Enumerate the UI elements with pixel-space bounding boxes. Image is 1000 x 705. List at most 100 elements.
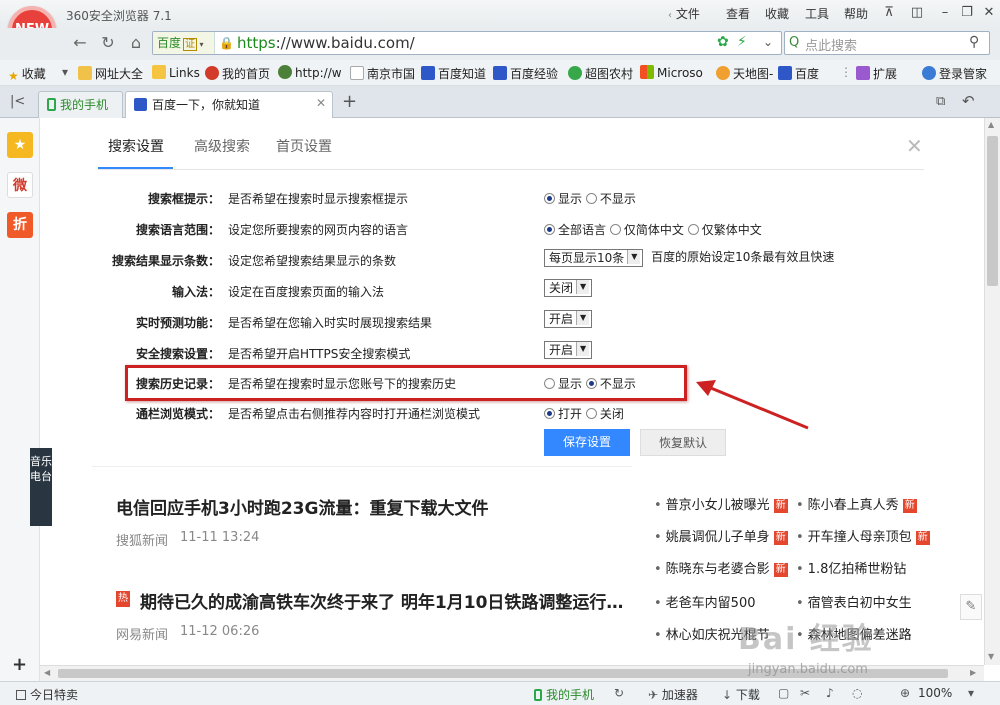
sidebar-favorites-icon[interactable]: ★ — [7, 132, 33, 158]
back-icon[interactable]: ← — [68, 32, 92, 54]
refresh-status-icon[interactable]: ↻ — [614, 686, 624, 700]
vertical-scrollbar[interactable]: ▲ ▼ — [984, 118, 1000, 665]
sale-icon — [16, 690, 26, 700]
scroll-thumb[interactable] — [987, 136, 998, 286]
radio-simplified[interactable]: 仅简体中文 — [609, 223, 684, 237]
hot-item[interactable]: • 宿管表白初中女生 — [796, 592, 912, 611]
undo-close-icon[interactable]: ↶ — [962, 92, 975, 110]
restore-tabs-icon[interactable]: ⧉ — [936, 94, 945, 109]
screenshot-icon[interactable]: ✂ — [800, 686, 810, 700]
radio-wide-close[interactable]: 关闭 — [585, 407, 624, 421]
sidebar-weibo-icon[interactable]: 微 — [7, 172, 33, 198]
bookmark-favorites[interactable]: ★ 收藏 — [8, 65, 46, 83]
hot-item[interactable]: • 陈晓东与老婆合影新 — [654, 558, 788, 577]
tab-homepage-settings[interactable]: 首页设置 — [276, 136, 332, 156]
accelerator-button[interactable]: ✈ 加速器 — [648, 686, 698, 703]
baidu-paw-icon — [493, 66, 507, 80]
hot-item[interactable]: • 陈小春上真人秀新 — [796, 494, 917, 513]
new-tab-icon[interactable]: + — [342, 91, 357, 112]
bookmark-zhidao[interactable]: 百度知道 — [421, 65, 486, 82]
search-input[interactable]: Q 点此搜索 ⚲ — [784, 31, 990, 55]
hot-item[interactable]: • 开车撞人母亲顶包新 — [796, 526, 930, 545]
zoom-level[interactable]: 100% — [918, 686, 952, 700]
url-text[interactable]: https://www.baidu.com/ — [237, 32, 415, 54]
tab-close-icon[interactable]: ✕ — [316, 96, 326, 110]
microsoft-icon — [640, 65, 654, 79]
prediction-select[interactable]: 开启 ▼ — [544, 310, 593, 328]
scroll-down-icon[interactable]: ▼ — [988, 652, 994, 661]
sidebar-add-icon[interactable]: + — [12, 654, 27, 675]
radio-wide-open[interactable]: 打开 — [544, 407, 582, 421]
tab-bar: |< 我的手机 百度一下，你就知道 ✕ + ⧉ ↶ — [0, 86, 1000, 119]
scroll-right-icon[interactable]: ▶ — [970, 668, 976, 677]
login-manager-button[interactable]: 登录管家 — [922, 65, 987, 82]
news-item-title[interactable]: 期待已久的成渝高铁车次终于来了 明年1月10日铁路调整运行… — [140, 588, 623, 613]
bookmark-http[interactable]: http://w — [278, 65, 342, 80]
bookmark-tianditu[interactable]: 天地图- — [716, 65, 773, 82]
lightning-icon[interactable]: ⚡ — [737, 34, 747, 50]
reset-default-button[interactable]: 恢复默认 — [640, 429, 726, 456]
radio-traditional[interactable]: 仅繁体中文 — [687, 223, 762, 237]
hot-item[interactable]: • 1.8亿拍稀世粉钻 — [796, 558, 906, 577]
farm-icon — [568, 66, 582, 80]
menu-item-view[interactable]: 查看 — [726, 5, 750, 22]
hot-item[interactable]: • 老爸车内留500 — [654, 592, 756, 611]
zoom-icon[interactable]: ⊕ — [900, 686, 910, 700]
hot-item[interactable]: • 普京小女儿被曝光新 — [654, 494, 788, 513]
bookmark-nav[interactable]: 网址大全 — [78, 65, 143, 82]
my-phone-status[interactable]: 我的手机 — [534, 686, 594, 703]
download-button[interactable]: ↓ 下载 — [722, 686, 760, 703]
radio-hide[interactable]: 不显示 — [585, 192, 636, 206]
security-shield-icon[interactable]: ✿ — [717, 34, 729, 50]
tab-search-settings[interactable]: 搜索设置 — [108, 136, 164, 156]
tab-advanced-search[interactable]: 高级搜索 — [194, 136, 250, 156]
tab-my-phone[interactable]: 我的手机 — [38, 91, 123, 118]
pin-icon[interactable]: ⊼ — [876, 2, 902, 24]
results-count-select[interactable]: 每页显示10条 ▼ — [544, 248, 644, 267]
skin-icon[interactable]: ◫ — [904, 2, 930, 24]
save-settings-button[interactable]: 保存设置 — [544, 429, 630, 456]
refresh-icon[interactable]: ↻ — [96, 32, 120, 54]
close-icon[interactable]: ✕ — [976, 2, 1000, 24]
close-settings-icon[interactable]: ✕ — [906, 134, 923, 158]
bookmark-bar: ★ 收藏 ▾ 网址大全 Links 我的首页 http://w 南京市国 百度知道… — [0, 60, 1000, 86]
music-radio-tag[interactable]: 音乐电台 — [30, 448, 52, 526]
bookmark-chaotu[interactable]: 超图农村 — [568, 65, 633, 82]
bookmark-jingyan[interactable]: 百度经验 — [493, 65, 558, 82]
bookmark-baidu[interactable]: 百度 — [778, 65, 819, 82]
news-item-title[interactable]: 电信回应手机3小时跑23G流量：重复下载大文件 — [116, 494, 488, 519]
radio-all-languages[interactable]: 全部语言 — [544, 223, 606, 237]
menu-item-file[interactable]: ‹ 文件 — [668, 5, 700, 22]
menu-item-tools[interactable]: 工具 — [805, 5, 829, 22]
feedback-edit-icon[interactable]: ✎ — [960, 594, 982, 620]
mute-icon[interactable]: ◌ — [852, 686, 862, 700]
menu-item-favorites[interactable]: 收藏 — [765, 5, 789, 22]
bookmark-nanjing[interactable]: 南京市国 — [350, 65, 415, 82]
scroll-up-icon[interactable]: ▲ — [988, 120, 994, 129]
phone-icon — [534, 689, 542, 701]
dropdown-chevron-icon[interactable]: ⌄ — [763, 35, 773, 49]
bookmark-dropdown-icon[interactable]: ▾ — [62, 65, 68, 79]
zoom-dropdown-icon[interactable]: ▾ — [968, 686, 974, 700]
scroll-left-icon[interactable]: ◀ — [44, 668, 50, 677]
search-engine-icon[interactable]: Q — [789, 35, 799, 50]
bookmark-microsoft[interactable]: Microso — [640, 65, 703, 80]
bookmark-links[interactable]: Links — [152, 65, 200, 80]
daily-sale-link[interactable]: 今日特卖 — [16, 686, 78, 703]
speaker-icon[interactable]: ♪ — [826, 686, 834, 700]
home-icon[interactable]: ⌂ — [124, 32, 148, 54]
chat-icon[interactable]: ▢ — [778, 686, 789, 700]
radio-show[interactable]: 显示 — [544, 192, 582, 206]
https-select[interactable]: 开启 ▼ — [544, 341, 593, 359]
tab-baidu[interactable]: 百度一下，你就知道 ✕ — [125, 91, 333, 119]
ime-select[interactable]: 关闭 ▼ — [544, 279, 593, 297]
search-icon[interactable]: ⚲ — [969, 34, 979, 50]
extensions-button[interactable]: 扩展 — [856, 65, 897, 82]
menu-item-help[interactable]: 帮助 — [844, 5, 868, 22]
search-engine-selector[interactable]: 百度证 ▾ — [153, 32, 215, 54]
bookmark-homepage[interactable]: 我的首页 — [205, 65, 270, 82]
sidebar-discount-icon[interactable]: 折 — [7, 212, 33, 238]
tab-list-icon[interactable]: |< — [10, 94, 25, 109]
hot-item[interactable]: • 姚晨调侃儿子单身新 — [654, 526, 788, 545]
url-bar[interactable]: 百度证 ▾ 🔒 https://www.baidu.com/ ✿ ⚡ ⌄ — [152, 31, 782, 55]
